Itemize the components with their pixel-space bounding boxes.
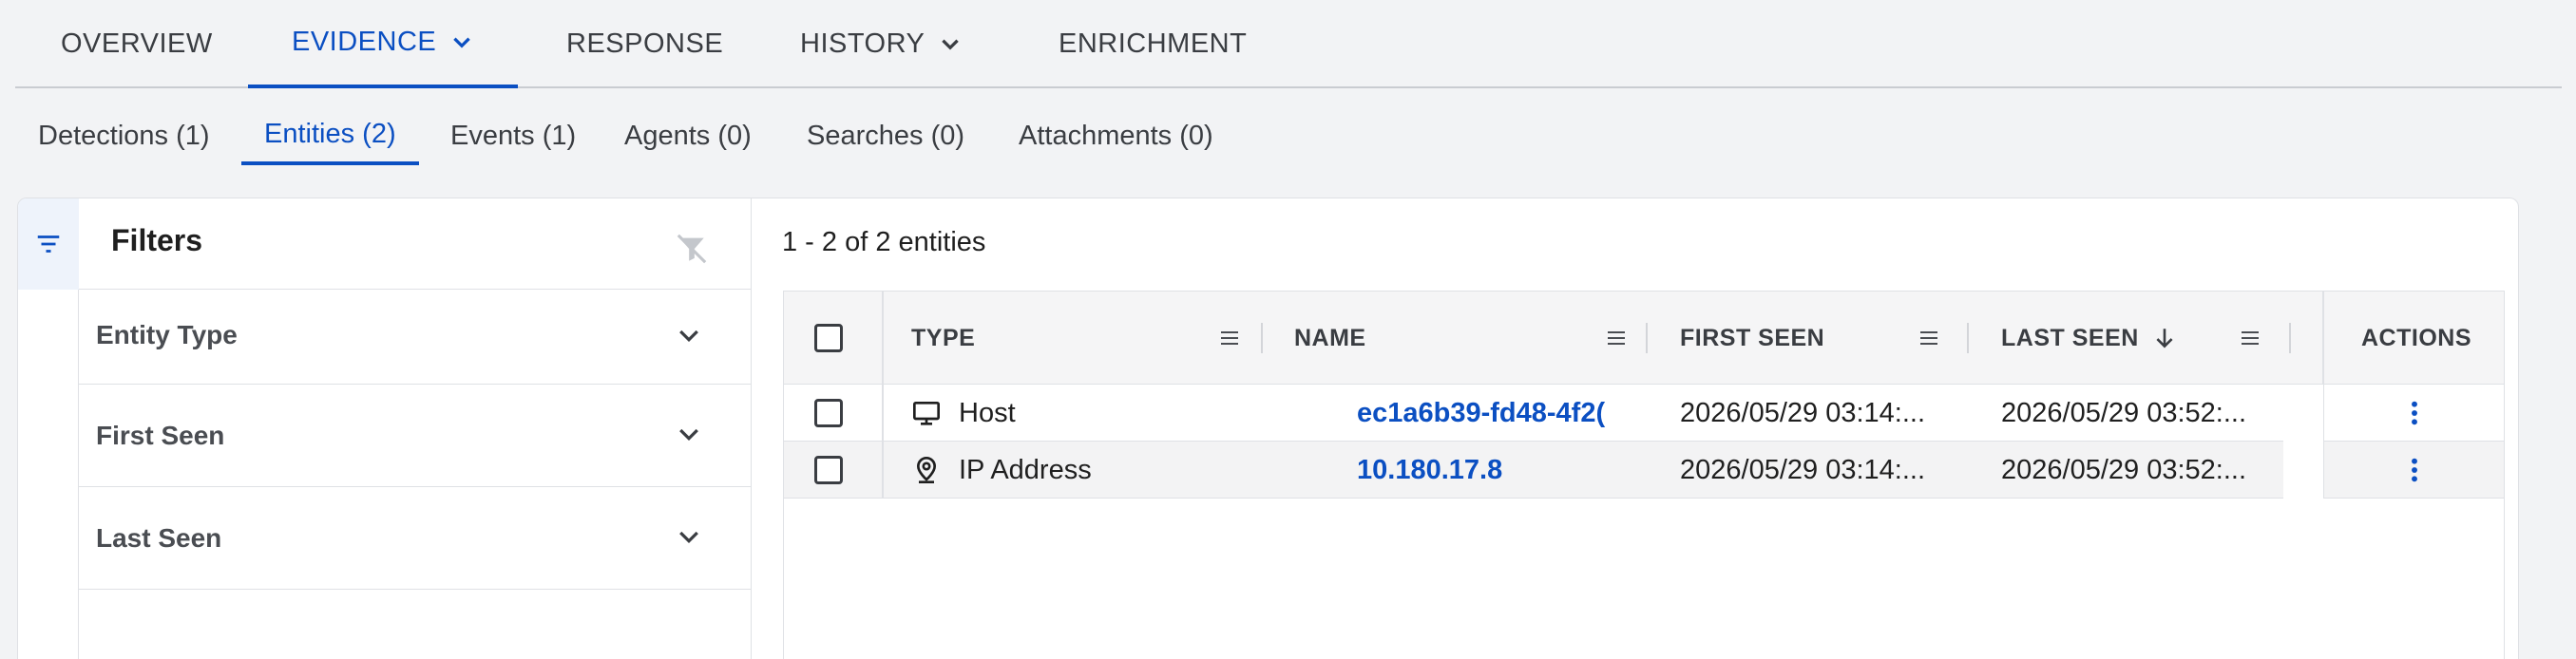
column-menu-icon[interactable]: [1918, 327, 1940, 349]
tab-history[interactable]: HISTORY: [800, 0, 963, 88]
tab-overview[interactable]: OVERVIEW: [61, 0, 213, 88]
subtab-detections[interactable]: Detections (1): [38, 106, 210, 165]
entity-name-text[interactable]: 10.180.17.8: [1357, 455, 1502, 486]
column-divider[interactable]: [1261, 323, 1263, 353]
entity-type-text: IP Address: [959, 454, 1092, 485]
results-count: 1 - 2 of 2 entities: [782, 227, 986, 257]
column-menu-icon[interactable]: [1605, 327, 1628, 349]
select-all-checkbox[interactable]: [814, 324, 843, 352]
subtab-label: Entities (2): [264, 118, 396, 149]
entity-name-link[interactable]: 10.180.17.8: [1357, 442, 1620, 499]
subtab-label: Attachments (0): [1019, 120, 1213, 151]
column-header-label: FIRST SEEN: [1680, 324, 1825, 351]
column-header-type[interactable]: TYPE: [911, 292, 975, 385]
last-seen-cell: 2026/05/29 03:52:...: [2001, 454, 2246, 485]
column-divider[interactable]: [1646, 323, 1648, 353]
column-divider: [2322, 292, 2324, 385]
subtab-searches[interactable]: Searches (0): [807, 106, 964, 165]
tab-label: OVERVIEW: [61, 28, 213, 59]
column-divider[interactable]: [2289, 323, 2291, 353]
select-all-cell: [814, 292, 843, 385]
clear-filters-icon[interactable]: [676, 233, 708, 265]
first-seen-cell: 2026/05/29 03:14:...: [1680, 397, 1925, 428]
table-header: TYPE NAME FIRST SEEN LAST SEEN ACTIONS: [784, 292, 2504, 385]
filter-lines-icon: [37, 235, 60, 253]
column-divider[interactable]: [1967, 323, 1969, 353]
subtab-label: Agents (0): [624, 120, 752, 151]
entities-table: TYPE NAME FIRST SEEN LAST SEEN ACTIONS H…: [783, 291, 2505, 659]
tab-label: RESPONSE: [566, 28, 724, 59]
chevron-down-icon: [679, 531, 698, 544]
filter-label: Last Seen: [96, 523, 222, 553]
type-cell: IP Address: [911, 442, 1092, 499]
column-header-first-seen[interactable]: FIRST SEEN: [1680, 292, 1824, 385]
tab-evidence[interactable]: EVIDENCE: [248, 0, 519, 88]
tab-label: EVIDENCE: [292, 27, 437, 57]
table-row[interactable]: IP Address 10.180.17.8 2026/05/29 03:14:…: [784, 442, 2283, 499]
filter-toggle-strip: [18, 198, 79, 659]
filter-entity-type[interactable]: Entity Type: [79, 290, 751, 385]
chevron-down-icon: [942, 39, 960, 50]
actions-cell: [2323, 442, 2504, 499]
filters-header: Filters: [79, 198, 751, 290]
column-header-label: NAME: [1294, 324, 1366, 351]
tab-response[interactable]: RESPONSE: [566, 0, 723, 88]
column-header-label: TYPE: [911, 324, 976, 351]
filter-toggle-button[interactable]: [18, 198, 79, 290]
column-divider: [882, 292, 884, 385]
last-seen-cell: 2026/05/29 03:52:...: [2001, 397, 2246, 428]
more-vertical-icon[interactable]: [2409, 455, 2420, 485]
entity-name-link[interactable]: ec1a6b39-fd48-4f2(: [1357, 385, 1620, 442]
actions-cell: [2323, 385, 2504, 442]
filters-title: Filters: [111, 223, 203, 257]
column-menu-icon[interactable]: [2239, 327, 2261, 349]
entities-panel: Filters Entity Type First Seen Last Seen…: [17, 198, 2519, 659]
column-header-name[interactable]: NAME: [1294, 292, 1366, 385]
chevron-down-icon: [679, 428, 698, 442]
sort-descending-icon: [2156, 329, 2173, 348]
table-row[interactable]: Host ec1a6b39-fd48-4f2( 2026/05/29 03:14…: [784, 385, 2283, 442]
filter-label: Entity Type: [96, 320, 238, 349]
subtab-entities[interactable]: Entities (2): [241, 106, 419, 165]
subtab-agents[interactable]: Agents (0): [624, 106, 752, 165]
monitor-icon: [913, 402, 940, 425]
column-menu-icon[interactable]: [1218, 327, 1241, 349]
type-cell: Host: [911, 385, 1016, 442]
subtab-label: Detections (1): [38, 120, 210, 151]
subtab-events[interactable]: Events (1): [450, 106, 576, 165]
entity-type-text: Host: [959, 397, 1016, 428]
tab-label: ENRICHMENT: [1059, 28, 1248, 59]
subtab-label: Searches (0): [807, 120, 965, 151]
entity-name-text[interactable]: ec1a6b39-fd48-4f2(: [1357, 398, 1605, 429]
top-navigation: OVERVIEW EVIDENCE RESPONSE HISTORY ENRIC…: [15, 0, 2562, 88]
filter-last-seen[interactable]: Last Seen: [79, 487, 751, 590]
column-header-label: LAST SEEN: [2001, 324, 2139, 351]
subtab-label: Events (1): [450, 120, 577, 151]
tab-enrichment[interactable]: ENRICHMENT: [1059, 0, 1247, 88]
first-seen-cell: 2026/05/29 03:14:...: [1680, 454, 1925, 485]
column-header-label: ACTIONS: [2361, 324, 2471, 351]
row-checkbox[interactable]: [814, 456, 843, 484]
column-header-last-seen[interactable]: LAST SEEN: [2001, 292, 2177, 385]
column-header-actions: ACTIONS: [2361, 292, 2471, 385]
chevron-down-icon: [679, 330, 698, 343]
filter-first-seen[interactable]: First Seen: [79, 385, 751, 487]
more-vertical-icon[interactable]: [2409, 398, 2420, 428]
filter-label: First Seen: [96, 421, 225, 450]
row-checkbox[interactable]: [814, 399, 843, 427]
subtab-attachments[interactable]: Attachments (0): [1019, 106, 1213, 165]
filters-sidebar: Filters Entity Type First Seen Last Seen: [79, 198, 752, 659]
tab-label: HISTORY: [800, 28, 925, 59]
location-pin-icon: [916, 456, 937, 483]
chevron-down-icon: [453, 37, 470, 48]
